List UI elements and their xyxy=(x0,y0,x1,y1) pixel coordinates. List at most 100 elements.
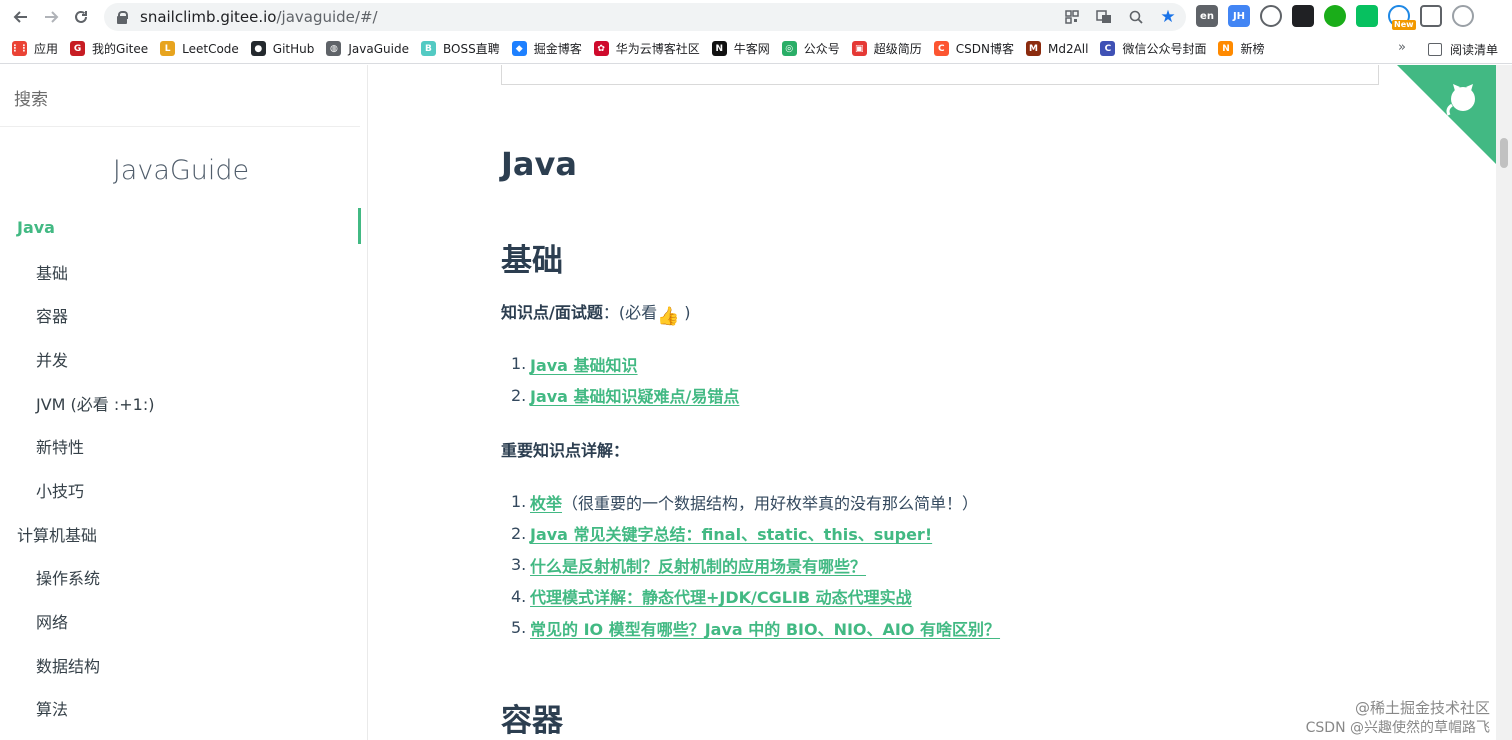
bookmark-star-icon[interactable]: ★ xyxy=(1158,7,1178,27)
bookmark-label: BOSS直聘 xyxy=(442,42,500,56)
jh-icon[interactable]: JH xyxy=(1228,5,1250,27)
back-arrow-icon[interactable] xyxy=(6,2,36,32)
important-label: 重要知识点详解： xyxy=(501,441,630,460)
sidebar-item[interactable]: 基础 xyxy=(0,250,360,294)
list-number: 2. xyxy=(511,523,527,543)
bookmark-gitee[interactable]: G 我的Gitee xyxy=(70,40,148,57)
article-link[interactable]: 常见的 IO 模型有哪些？Java 中的 BIO、NIO、AIO 有啥区别？ xyxy=(530,616,1000,640)
bookmark-boss[interactable]: B BOSS直聘 xyxy=(420,40,500,57)
article-link[interactable]: 什么是反射机制？反射机制的应用场景有哪些？ xyxy=(530,553,866,577)
apps-icon: ⋮⋮ xyxy=(11,41,29,56)
reload-icon[interactable] xyxy=(66,2,96,32)
lock-icon xyxy=(117,10,128,24)
bookmark-wechat-mp[interactable]: ◎ 公众号 xyxy=(781,40,840,57)
cloud-icon[interactable]: New xyxy=(1388,5,1416,30)
bookmark-juejin[interactable]: ◆ 掘金博客 xyxy=(511,40,582,57)
lingoes-icon-label: en xyxy=(1200,10,1214,22)
bookmark-leetcode[interactable]: L LeetCode xyxy=(160,41,239,56)
list-number: 4. xyxy=(511,586,527,606)
reading-list-button[interactable]: 阅读清单 xyxy=(1428,41,1498,58)
list-item: 2. Java 基础知识疑难点/易错点 xyxy=(511,380,739,412)
reading-list-label: 阅读清单 xyxy=(1450,43,1499,57)
thumbs-up-icon: 👍 xyxy=(657,306,680,327)
puzzle-icon[interactable] xyxy=(1420,5,1442,27)
chat-icon[interactable] xyxy=(1356,5,1378,27)
lingoes-icon[interactable]: en xyxy=(1196,5,1218,27)
eye-icon[interactable] xyxy=(1260,5,1282,27)
sidebar-item[interactable]: JVM (必看 :+1:) xyxy=(0,381,360,425)
search-input[interactable]: 搜索 xyxy=(14,85,314,110)
wx-cover-icon: C xyxy=(1100,41,1116,56)
bookmark-wx-cover[interactable]: C 微信公众号封面 xyxy=(1100,40,1206,57)
bookmark-label: 掘金博客 xyxy=(533,42,582,56)
sidebar-item[interactable]: Java xyxy=(0,206,360,250)
sidebar-nav: Java 基础 容器 并发 JVM (必看 :+1:) 新特性 小技巧 计算机基础 操作系统 网络… xyxy=(0,206,360,730)
main-content: Java 基础 知识点/面试题：(必看👍 ) 1. Java 基础知识 2. Java… xyxy=(369,65,1497,740)
huawei-icon: ✿ xyxy=(593,41,609,56)
sidebar-item[interactable]: 容器 xyxy=(0,293,360,337)
juejin-icon: ◆ xyxy=(511,41,527,56)
scrollbar-thumb[interactable] xyxy=(1500,138,1508,168)
banner-image xyxy=(501,65,1379,85)
translate-icon[interactable] xyxy=(1094,7,1114,27)
bookmark-label: 微信公众号封面 xyxy=(1122,42,1207,56)
article-link[interactable]: Java 基础知识 xyxy=(530,352,638,376)
reading-list-icon xyxy=(1428,43,1442,56)
check-circle-icon[interactable] xyxy=(1324,5,1346,27)
bookmark-nowcoder[interactable]: N 牛客网 xyxy=(711,40,770,57)
sidebar-item[interactable]: 小技巧 xyxy=(0,468,360,512)
jh-icon-label: JH xyxy=(1232,10,1246,22)
list-number: 2. xyxy=(511,385,527,405)
bookmark-label: LeetCode xyxy=(182,41,239,56)
sidebar-item[interactable]: 网络 xyxy=(0,599,360,643)
forward-arrow-icon[interactable] xyxy=(36,2,66,32)
bookmark-md2all[interactable]: M Md2All xyxy=(1025,41,1088,56)
bookmark-javaguide[interactable]: ◍ JavaGuide xyxy=(326,41,409,56)
bookmark-label: GitHub xyxy=(272,41,315,56)
list-item: 5. 常见的 IO 模型有哪些？Java 中的 BIO、NIO、AIO 有啥区别？ xyxy=(511,612,1000,644)
xinbang-icon: N xyxy=(1218,41,1234,56)
important-line: 重要知识点详解： xyxy=(501,437,629,461)
sidebar-item[interactable]: 操作系统 xyxy=(0,556,360,600)
zoom-icon[interactable] xyxy=(1126,7,1146,27)
article-link[interactable]: 代理模式详解：静态代理+JDK/CGLIB 动态代理实战 xyxy=(530,584,912,608)
bookmark-xinbang[interactable]: N 新榜 xyxy=(1218,40,1265,57)
list-item: 2. Java 常见关键字总结：final、static、this、super! xyxy=(511,518,1000,550)
profile-icon[interactable] xyxy=(1452,5,1474,27)
scrollbar[interactable] xyxy=(1496,65,1512,740)
sidebar-item[interactable]: 数据结构 xyxy=(0,643,360,687)
bookmark-label: 我的Gitee xyxy=(92,42,149,56)
bookmarks-more-button[interactable]: » xyxy=(1398,40,1406,55)
sidebar-item[interactable]: 新特性 xyxy=(0,424,360,468)
qr-code-icon[interactable] xyxy=(1062,7,1082,27)
bookmark-huawei[interactable]: ✿ 华为云博客社区 xyxy=(593,40,700,57)
bookmark-resume[interactable]: ▣ 超级简历 xyxy=(851,40,922,57)
address-bar[interactable]: snailclimb.gitee.io/javaguide/#/ ★ xyxy=(104,3,1186,31)
section-heading-container: 容器 xyxy=(501,703,563,739)
bookmark-label: 华为云博客社区 xyxy=(615,42,700,56)
bookmark-github[interactable]: ● GitHub xyxy=(250,41,315,56)
article-link[interactable]: 枚举 xyxy=(530,490,562,514)
article-link[interactable]: Java 基础知识疑难点/易错点 xyxy=(530,383,739,407)
list-number: 3. xyxy=(511,555,527,575)
github-corner-icon[interactable] xyxy=(1397,65,1497,165)
list-item: 1. Java 基础知识 xyxy=(511,348,739,380)
sidebar-item[interactable]: 算法 xyxy=(0,687,360,731)
nowcoder-icon: N xyxy=(711,41,727,56)
bookmark-label: 公众号 xyxy=(803,42,840,56)
browser-toolbar: snailclimb.gitee.io/javaguide/#/ ★ en JH N… xyxy=(0,0,1512,34)
bookmark-label: CSDN博客 xyxy=(955,42,1014,56)
sidebar-item[interactable]: 计算机基础 xyxy=(0,512,360,556)
article-link[interactable]: Java 常见关键字总结：final、static、this、super! xyxy=(530,521,932,545)
csdn-icon: C xyxy=(933,41,949,56)
boss-icon: B xyxy=(420,41,436,56)
app-name[interactable]: JavaGuide xyxy=(0,155,362,186)
bookmark-apps[interactable]: ⋮⋮ 应用 xyxy=(11,40,58,57)
bookmark-csdn[interactable]: C CSDN博客 xyxy=(933,40,1014,57)
gitee-icon: G xyxy=(70,41,86,56)
tampermonkey-icon[interactable] xyxy=(1292,5,1314,27)
sidebar-item[interactable]: 并发 xyxy=(0,337,360,381)
bookmark-label: 超级简历 xyxy=(873,42,922,56)
link-description: （很重要的一个数据结构，用好枚举真的没有那么简单！） xyxy=(562,493,979,513)
list-number: 5. xyxy=(511,618,527,638)
